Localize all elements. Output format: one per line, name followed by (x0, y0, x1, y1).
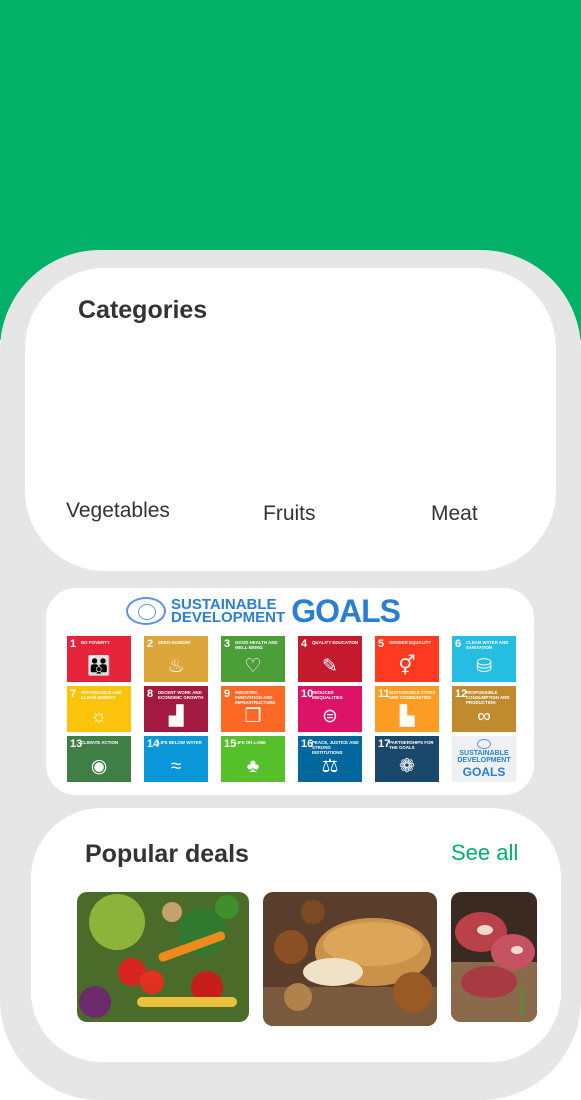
categories-title: Categories (78, 296, 208, 324)
sdg-goal-name: Peace, Justice and Strong Institutions (312, 740, 359, 755)
sdg-logo-goals: GOALS (462, 765, 506, 779)
sdg-goal-tile: 4 Quality Education ✎ (298, 636, 362, 682)
sdg-goal-tile: 15 Life on Land ♣ (221, 736, 285, 782)
sdg-goal-number: 11 (378, 688, 390, 700)
bread-picture (263, 892, 437, 1026)
sdg-goal-number: 6 (455, 638, 462, 650)
meat-picture (451, 892, 537, 1022)
family-icon: 👪 (87, 656, 111, 677)
vegetables-picture (77, 892, 249, 1022)
sdg-goal-number: 3 (224, 638, 231, 650)
sdg-header: SUSTAINABLE DEVELOPMENT GOALS (126, 593, 401, 629)
sdg-goal-tile: 3 Good Health and Well-Being ♡ (221, 636, 285, 682)
sdg-goal-name: Sustainable Cities and Communities (389, 690, 436, 700)
sdg-header-line2: DEVELOPMENT (171, 609, 286, 626)
sdg-goal-name: Zero Hunger (158, 640, 191, 645)
sdg-goal-name: Responsible Consumption and Production (466, 690, 510, 705)
deal-meat-image[interactable] (451, 892, 537, 1022)
sdg-header-subtitle: SUSTAINABLE DEVELOPMENT (171, 597, 286, 626)
bowl-icon: ♨ (167, 656, 185, 677)
sdg-banner[interactable]: SUSTAINABLE DEVELOPMENT GOALS 1 No Povert… (46, 588, 534, 795)
sdg-goal-number: 8 (147, 688, 154, 700)
rings-icon: ❁ (399, 756, 415, 777)
sdg-goal-name: Decent Work and Economic Growth (158, 690, 204, 700)
sdg-goal-tile: 6 Clean Water and Sanitation ⛁ (452, 636, 516, 682)
sdg-goal-grid: 1 No Poverty 👪 2 Zero Hunger ♨ 3 Good Health an… (67, 636, 516, 782)
sdg-goal-name: Good Health and Well-Being (235, 640, 278, 650)
un-emblem-icon (477, 739, 491, 749)
eye-globe-icon: ◉ (90, 756, 108, 777)
sdg-goal-tile: 9 Industry, Innovation and Infrastructure… (221, 686, 285, 732)
sdg-goal-name: No Poverty (81, 640, 110, 645)
see-all-link[interactable]: See all (451, 840, 518, 866)
sdg-goal-tile: 16 Peace, Justice and Strong Institutions… (298, 736, 362, 782)
dove-icon: ⚖ (321, 756, 339, 777)
sdg-goal-number: 9 (224, 688, 231, 700)
sdg-goal-number: 2 (147, 638, 154, 650)
sdg-goal-name: Gender Equality (389, 640, 432, 645)
category-vegetables[interactable]: Vegetables (66, 499, 170, 523)
sdg-goal-number: 5 (378, 638, 385, 650)
tree-icon: ♣ (246, 756, 260, 777)
sdg-goal-tile: 14 Life Below Water ≈ (144, 736, 208, 782)
sdg-goal-tile: 13 Climate Action ◉ (67, 736, 131, 782)
sdg-goal-number: 4 (301, 638, 308, 650)
infinity-icon: ∞ (477, 706, 491, 727)
category-meat[interactable]: Meat (431, 502, 478, 526)
sdg-goal-number: 1 (70, 638, 77, 650)
sdg-goal-name: Partnerships for the Goals (389, 740, 434, 750)
sdg-goal-name: Quality Education (312, 640, 359, 645)
heartbeat-icon: ♡ (244, 656, 262, 677)
deal-bread-image[interactable] (263, 892, 437, 1026)
water-drop-icon: ⛁ (476, 656, 492, 677)
sdg-goal-tile: 7 Affordable and Clean Energy ☼ (67, 686, 131, 732)
sdg-goal-tile: 17 Partnerships for the Goals ❁ (375, 736, 439, 782)
sdg-goal-name: Industry, Innovation and Infrastructure (235, 690, 276, 705)
sdg-goal-tile: 5 Gender Equality ⚥ (375, 636, 439, 682)
gender-icon: ⚥ (398, 656, 416, 677)
sdg-goal-name: Life on Land (235, 740, 266, 745)
sdg-goal-name: Reduced Inequalities (312, 690, 343, 700)
sdg-logo-tile: SUSTAINABLE DEVELOPMENT GOALS (452, 736, 516, 782)
sdg-goal-name: Affordable and Clean Energy (81, 690, 122, 700)
fish-icon: ≈ (170, 756, 182, 777)
city-icon: ▙ (399, 706, 415, 727)
cubes-icon: ❒ (244, 706, 262, 727)
sdg-goal-tile: 2 Zero Hunger ♨ (144, 636, 208, 682)
equals-icon: ⊜ (322, 706, 338, 727)
sdg-goal-tile: 1 No Poverty 👪 (67, 636, 131, 682)
sdg-goal-tile: 10 Reduced Inequalities ⊜ (298, 686, 362, 732)
book-icon: ✎ (322, 656, 338, 677)
sdg-goal-tile: 11 Sustainable Cities and Communities ▙ (375, 686, 439, 732)
sdg-logo-line2: DEVELOPMENT (457, 757, 511, 764)
sdg-goal-number: 7 (70, 688, 77, 700)
deal-vegetables-image[interactable] (77, 892, 249, 1022)
sdg-goal-name: Life Below Water (158, 740, 202, 745)
growth-chart-icon: ▟ (168, 706, 184, 727)
sdg-goal-name: Clean Water and Sanitation (466, 640, 509, 650)
popular-deals-card: Popular deals See all (31, 808, 561, 1062)
sun-icon: ☼ (90, 706, 108, 727)
popular-deals-title: Popular deals (85, 840, 249, 868)
categories-card: Categories Vegetables Fruits Meat (25, 268, 556, 571)
category-fruits[interactable]: Fruits (263, 502, 316, 526)
sdg-header-goals: GOALS (291, 593, 401, 629)
sdg-goal-name: Climate Action (81, 740, 119, 745)
sdg-goal-tile: 12 Responsible Consumption and Production… (452, 686, 516, 732)
un-emblem-icon (126, 597, 166, 625)
sdg-goal-tile: 8 Decent Work and Economic Growth ▟ (144, 686, 208, 732)
